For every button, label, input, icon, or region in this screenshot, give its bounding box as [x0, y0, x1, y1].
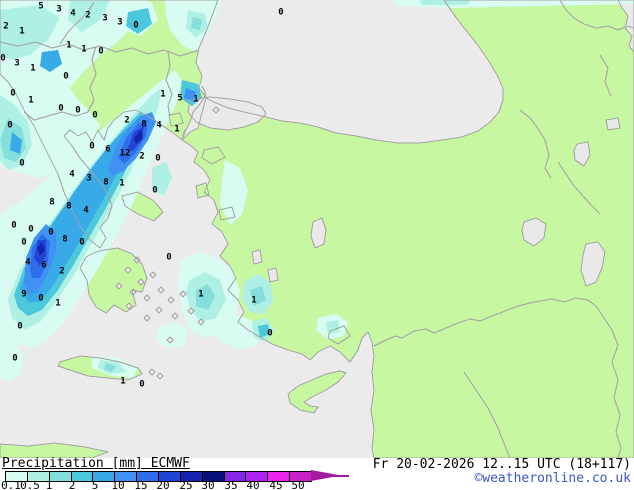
precip-value-label: 1	[120, 377, 125, 387]
precip-value-label: 0	[155, 154, 160, 164]
precip-value-label: 0	[10, 89, 15, 99]
precip-value-label: 0	[28, 225, 33, 235]
legend-tick-label: 30	[201, 479, 215, 490]
precip-value-label: 9	[21, 290, 26, 300]
precip-value-label: 0	[11, 221, 16, 231]
precip-value-label: 1	[19, 27, 24, 37]
precip-value-label: 0	[267, 329, 272, 339]
precip-area	[326, 320, 340, 334]
precip-value-label: 0	[133, 21, 138, 31]
precip-value-label: 12	[120, 149, 131, 159]
legend-tick-label: 15	[134, 479, 148, 490]
precip-value-label: 3	[102, 14, 107, 24]
precip-value-label: 8	[66, 202, 71, 212]
precip-value-label: 3	[56, 5, 61, 15]
precip-value-label: 0	[79, 238, 84, 248]
forecast-datetime: Fr 20-02-2026 12..15 UTC (18+117)	[372, 457, 631, 472]
precip-value-label: 0	[152, 186, 157, 196]
legend-tick-label: 1	[45, 479, 53, 490]
precip-value-label: 1	[198, 290, 203, 300]
precip-value-label: 4	[156, 121, 162, 131]
legend-tick-label: 25	[179, 479, 193, 490]
precip-value-label: 0	[166, 253, 171, 263]
precip-value-label: 3	[86, 174, 91, 184]
precip-value-label: 1	[30, 64, 35, 74]
precip-value-label: 3	[117, 18, 122, 28]
precip-value-label: 4	[25, 258, 31, 268]
precipitation-map: 2 15 3 4 2 3 3 00 3 11 1 00010 0 000 6 12 2 004 3 8 108 8 40 0 0…	[0, 0, 634, 458]
legend-tick-label: 40	[246, 479, 260, 490]
precip-value-label: 6	[41, 261, 46, 271]
legend-tick-label: 2	[68, 479, 76, 490]
legend-tick-label: 50	[291, 479, 305, 490]
precip-value-label: 0	[19, 159, 24, 169]
copyright-link[interactable]: ©weatheronline.co.uk	[474, 471, 631, 486]
precip-value-label: 0	[139, 380, 144, 390]
legend-tick-label: 20	[156, 479, 170, 490]
precip-value-label: 0	[58, 104, 63, 114]
precip-value-label: 0	[12, 354, 17, 364]
precip-value-label: 1	[55, 299, 60, 309]
precip-value-label: 0	[17, 322, 22, 332]
precip-value-label: 5	[177, 94, 182, 104]
precip-value-label: 1	[28, 96, 33, 106]
precip-value-label: 0	[0, 54, 5, 64]
precip-value-label: 1	[119, 179, 124, 189]
precip-value-label: 2	[59, 267, 64, 277]
precip-value-label: 0	[89, 142, 94, 152]
weather-map-app: 2 1 5 3 4 2 3 3 0 0 3 1 1 1 0 0 0 1 0 0 0 0 0 6 12 2 0 0 4 3 8 1 0 8 8 4 0 0 0…	[0, 0, 634, 490]
legend-tick-label: 10	[111, 479, 125, 490]
precip-value-label: 5	[38, 2, 43, 12]
precip-value-label: 4	[70, 9, 76, 19]
precip-value-label: 1	[193, 95, 198, 105]
legend-tick-label: 45	[269, 479, 283, 490]
precip-value-label: 0	[21, 238, 26, 248]
precip-value-label: 2	[3, 22, 8, 32]
precip-value-label: 0	[48, 228, 53, 238]
precip-value-label: 1	[160, 90, 165, 100]
legend-tick-label: 5	[91, 479, 99, 490]
precip-value-label: 2	[124, 116, 129, 126]
precip-value-label: 0	[92, 111, 97, 121]
precip-value-label: 0	[75, 106, 80, 116]
legend-tick-label: 0.1	[1, 479, 21, 490]
precip-value-label: 0	[38, 294, 43, 304]
precip-value-label: 0	[7, 121, 12, 131]
precip-value-label: 8	[141, 120, 146, 130]
precip-value-label: 1	[66, 41, 71, 51]
legend-title: Precipitation [mm] ECMWF	[2, 456, 190, 471]
precip-value-label: 0	[63, 72, 68, 82]
precip-value-label: 4	[83, 206, 89, 216]
precip-value-label: 8	[49, 198, 54, 208]
legend-bar: Precipitation [mm] ECMWF 0.1 0.5 1 2 5 10 15 20…	[0, 456, 634, 490]
precip-value-label: 1	[81, 45, 86, 55]
legend-tick-label: 0.5	[20, 479, 40, 490]
precip-value-label: 1	[251, 296, 256, 306]
precip-value-label: 8	[103, 178, 108, 188]
precip-value-label: 1	[174, 125, 179, 135]
precip-value-label: 0	[98, 47, 103, 57]
precip-value-label: 3	[14, 59, 19, 69]
scale-arrow-icon	[311, 470, 349, 481]
precip-value-label: 8	[62, 235, 67, 245]
legend-tick-label: 35	[224, 479, 238, 490]
precip-value-label: 0	[278, 8, 283, 18]
precip-value-label: 4	[69, 170, 75, 180]
precip-value-label: 2	[139, 152, 144, 162]
precip-value-label: 6	[105, 145, 110, 155]
precip-value-label: 2	[85, 11, 90, 21]
